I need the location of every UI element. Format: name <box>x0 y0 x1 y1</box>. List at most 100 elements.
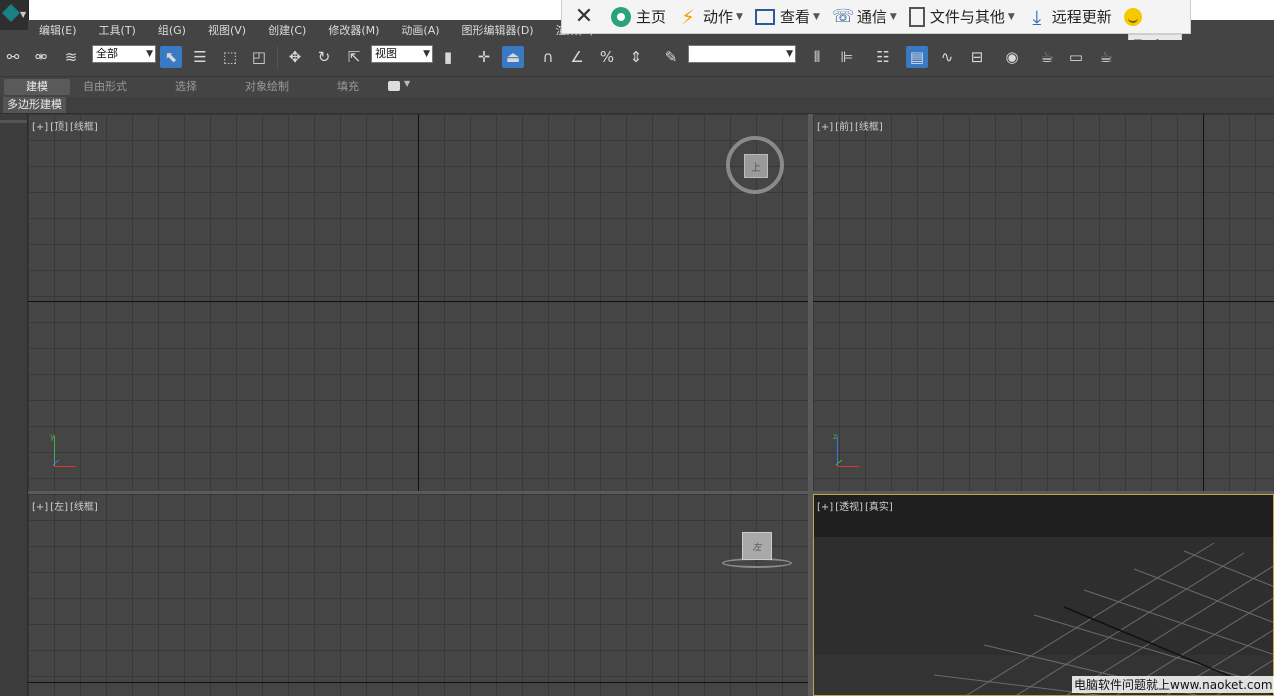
viewport-label: [+] [顶] [线框] <box>32 118 100 133</box>
viewcube-face[interactable]: 左 <box>742 532 772 560</box>
viewport-point-of-view[interactable]: [前] <box>835 122 853 133</box>
menu-graph-editors[interactable]: 图形编辑器(D) <box>451 22 545 38</box>
menu-tools[interactable]: 工具(T) <box>88 22 147 38</box>
perspective-grid <box>814 495 1273 695</box>
remote-view-menu[interactable]: 查看 ▼ <box>754 6 820 27</box>
angle-snap-button[interactable]: ∠ <box>566 46 588 68</box>
remote-home-button[interactable]: 主页 <box>611 6 666 27</box>
remote-emoji-button[interactable] <box>1123 7 1147 26</box>
remote-view-label: 查看 <box>779 8 810 26</box>
menu-animation[interactable]: 动画(A) <box>390 22 450 38</box>
schematic-icon: ⊟ <box>970 48 984 66</box>
pivot-center-button[interactable]: ▮ <box>437 46 459 68</box>
viewport-point-of-view[interactable]: [左] <box>50 502 68 513</box>
chevron-down-icon: ▼ <box>20 10 27 19</box>
tab-selection[interactable]: 选择 <box>156 79 216 95</box>
percent-snap-button[interactable]: % <box>596 46 618 68</box>
remote-update-button[interactable]: ⤓ 远程更新 <box>1027 6 1111 27</box>
render-production-button[interactable]: ☕ <box>1095 46 1117 68</box>
named-selection-set-select[interactable]: ▼ <box>688 45 796 63</box>
menu-views[interactable]: 视图(V) <box>197 22 257 38</box>
remote-close-button[interactable]: ✕ <box>574 5 599 27</box>
curve-editor-icon: ∿ <box>940 48 954 66</box>
select-object-button[interactable]: ⬉ <box>160 46 182 68</box>
teapot-icon: ☕ <box>1099 48 1113 66</box>
unlink-button[interactable]: ⚮ <box>30 46 52 68</box>
ribbon-options-button[interactable] <box>388 81 400 91</box>
tab-modeling[interactable]: 建模 <box>4 79 70 95</box>
scene-explorer-button[interactable]: ▤ <box>906 46 928 68</box>
remote-action-menu[interactable]: ⚡ 动作 ▼ <box>678 6 743 27</box>
select-by-name-button[interactable]: ☰ <box>189 46 211 68</box>
viewport-point-of-view[interactable]: [透视] <box>835 502 863 513</box>
bind-spacewarp-button[interactable]: ≋ <box>60 46 82 68</box>
application-button[interactable]: ▼ <box>0 0 29 30</box>
edit-named-selection-button[interactable]: ✎ <box>660 46 682 68</box>
toolbar-separator <box>277 46 278 70</box>
viewport-plus-menu[interactable]: [+] <box>817 502 833 513</box>
viewport-shading[interactable]: [线框] <box>70 122 98 133</box>
world-axis-y <box>418 114 419 491</box>
spinner-snap-button[interactable]: ⇕ <box>625 46 647 68</box>
remote-comm-menu[interactable]: ☏ 通信 ▼ <box>832 6 897 27</box>
polygon-modeling-panel[interactable]: 多边形建模 <box>3 97 66 113</box>
home-icon <box>611 6 631 27</box>
axis-tripod-icon: y <box>50 432 80 470</box>
viewport-plus-menu[interactable]: [+] <box>32 122 48 133</box>
menu-modifiers[interactable]: 修改器(M) <box>317 22 390 38</box>
align-button[interactable]: ⊫ <box>836 46 858 68</box>
viewport-top[interactable]: [+] [顶] [线框] 上 y <box>28 114 808 491</box>
remote-files-menu[interactable]: 文件与其他 ▼ <box>908 6 1015 27</box>
snaps-toggle-button[interactable]: ∩ <box>537 46 559 68</box>
viewport-left[interactable]: [+] [左] [线框] 左 <box>28 494 808 696</box>
select-manipulate-button[interactable]: ✛ <box>473 46 495 68</box>
curve-editor-button[interactable]: ∿ <box>936 46 958 68</box>
viewcube-face[interactable]: 上 <box>744 154 768 178</box>
schematic-view-button[interactable]: ⊟ <box>966 46 988 68</box>
viewcube-face-label: 上 <box>751 163 761 174</box>
viewport-point-of-view[interactable]: [顶] <box>50 122 68 133</box>
viewport-splitter-horizontal[interactable] <box>28 491 1274 494</box>
viewport-perspective[interactable]: [+] [透视] [真实] <box>813 494 1274 696</box>
viewport-front[interactable]: [+] [前] [线框] z <box>813 114 1274 491</box>
menu-group[interactable]: 组(G) <box>147 22 197 38</box>
chevron-down-icon: ▼ <box>812 11 820 22</box>
mirror-icon: ⫴ <box>813 48 821 66</box>
material-editor-button[interactable]: ◉ <box>1001 46 1023 68</box>
chevron-down-icon: ▼ <box>889 11 897 22</box>
window-crossing-button[interactable]: ◰ <box>248 46 270 68</box>
layer-manager-button[interactable]: ☷ <box>872 46 894 68</box>
tab-freeform[interactable]: 自由形式 <box>74 79 136 95</box>
align-icon: ⊫ <box>840 48 854 66</box>
chevron-down-icon: ▼ <box>786 49 793 59</box>
rotate-button[interactable]: ↻ <box>313 46 335 68</box>
chevron-down-icon: ▼ <box>404 79 411 88</box>
menu-create[interactable]: 创建(C) <box>257 22 317 38</box>
rect-selection-button[interactable]: ⬚ <box>219 46 241 68</box>
watermark-text: 电脑软件问题就上www.naoket.com <box>1072 676 1274 693</box>
lightning-icon: ⚡ <box>680 4 696 29</box>
scale-button[interactable]: ⇱ <box>343 46 365 68</box>
render-setup-button[interactable]: ☕ <box>1036 46 1058 68</box>
viewport-splitter-vertical[interactable] <box>808 114 813 696</box>
reference-coord-select[interactable]: 视图 ▼ <box>371 45 433 63</box>
rendered-frame-window-button[interactable]: ▭ <box>1065 46 1087 68</box>
viewport-shading[interactable]: [线框] <box>855 122 883 133</box>
tab-object-paint[interactable]: 对象绘制 <box>232 79 302 95</box>
selection-filter-value: 全部 <box>96 47 118 60</box>
viewport-plus-menu[interactable]: [+] <box>817 122 833 133</box>
selection-filter-select[interactable]: 全部 ▼ <box>92 45 156 63</box>
menu-edit[interactable]: 编辑(E) <box>28 22 88 38</box>
tab-populate[interactable]: 填充 <box>320 79 376 95</box>
world-axis-y <box>28 682 808 683</box>
main-toolbar: ⚯ ⚮ ≋ 全部 ▼ ⬉ ☰ ⬚ ◰ ✥ ↻ ⇱ 视图 ▼ ▮ ✛ ⏏ ∩ ∠ … <box>0 40 1274 77</box>
move-button[interactable]: ✥ <box>284 46 306 68</box>
viewport-shading[interactable]: [线框] <box>70 502 98 513</box>
viewport-plus-menu[interactable]: [+] <box>32 502 48 513</box>
viewport-shading[interactable]: [真实] <box>865 502 893 513</box>
render-frame-icon: ▭ <box>1068 48 1084 66</box>
link-button[interactable]: ⚯ <box>2 46 24 68</box>
gutter-handle[interactable] <box>0 120 27 123</box>
mirror-button[interactable]: ⫴ <box>806 46 828 68</box>
keyboard-shortcut-override-button[interactable]: ⏏ <box>502 46 524 68</box>
